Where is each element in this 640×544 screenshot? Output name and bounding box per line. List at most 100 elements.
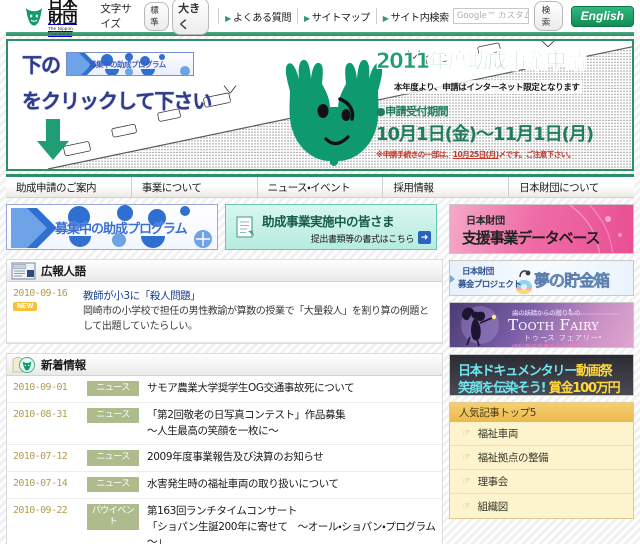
sidebar-banner-documentary-festival[interactable]: 日本ドキュメンタリー動画祭 笑顔を伝染そう! 賞金100万円 [449, 354, 634, 396]
news-row: 2010-09-01 ニュース サモア農業大学奨学生OG交通事故死について [7, 376, 442, 403]
header-divider-1 [218, 8, 220, 24]
bokin-banner-line1: 日本財団 [462, 267, 494, 277]
popular-article-label: 組織図 [477, 500, 509, 513]
sidebar-banner-support-database[interactable]: 日本財団 支援事業データベース [449, 204, 634, 254]
news-panel: 新着情報 2010-09-01 ニュース サモア農業大学奨学生OG交通事故死につ… [6, 353, 443, 544]
sidebar-banner-bokin-project[interactable]: 日本財団 募金プロジェクト 夢の貯金箱 [449, 260, 634, 296]
popular-article-item[interactable]: ☞ 福祉車両 [450, 422, 633, 446]
kouhou-entry: 2010-09-16 NEW 教師が小3に「殺人問題」 岡崎市の小学校で担任の男… [7, 282, 442, 343]
popular-article-label: 福祉車両 [477, 428, 519, 440]
tooth-fairy-title: Tooth Fairy [508, 316, 599, 334]
popular-article-item[interactable]: ☞ 組織図 [450, 494, 633, 518]
news-panel-title: 新着情報 [41, 357, 86, 372]
font-size-standard-button[interactable]: 標準 [144, 1, 170, 31]
news-category-badge: ニュース [87, 450, 139, 466]
hero-period-label: ●申請受付期間 [376, 105, 449, 118]
promo-banner-forms[interactable]: 助成事業実施中の皆さま 提出書類等の書式はこちら ➜ [225, 204, 437, 250]
nav-item-business[interactable]: 事業について [132, 177, 258, 197]
news-title[interactable]: 水害発生時の福祉車両の取り扱いについて [147, 477, 436, 493]
news-date: 2010-09-01 [13, 382, 68, 393]
news-category-badge: パウイベント [87, 503, 139, 531]
kouhou-entry-text: 岡崎市の小学校で担任の男性教諭が算数の授業で「大量殺人」を割り算の例題として出題… [83, 306, 429, 332]
header-link-site-search[interactable]: ▶ サイト内検索 [383, 9, 449, 24]
bullet-arrow-icon: ▶ [225, 13, 231, 23]
hero-application-dates: 10月1日(金)～11月1日(月) [376, 124, 594, 145]
hero-face-mascot-icon [276, 51, 392, 169]
pointing-hand-icon: ☞ [462, 476, 471, 487]
hero-mini-banner[interactable]: 募集中の助成プログラム [66, 51, 194, 76]
news-title[interactable]: 第163回ランチタイムコンサート 「ショパン生誕200年に寄せて ～オール・ショ… [147, 504, 436, 544]
news-title[interactable]: サモア農業大学奨学生OG交通事故死について [147, 381, 436, 397]
popular-article-item[interactable]: ☞ 福祉拠点の整備 [450, 446, 633, 470]
header-link-faq-label: よくある質問 [232, 12, 292, 24]
hero-subtitle: 本年度より、申請はインターネット限定となります [392, 80, 582, 94]
popular-articles-panel: 人気記事トップ5 ☞ 福祉車両 ☞ 福祉拠点の整備 ☞ 理事会 ☞ 組織図 [449, 402, 634, 519]
popular-article-label: 福祉拠点の整備 [477, 452, 549, 464]
kouhou-panel: 広報人語 2010-09-16 NEW 教師が小3に「殺人問題」 岡崎市の小学校… [6, 259, 443, 344]
news-date: 2010-09-22 [13, 504, 68, 516]
site-header: 日本財団 The Nippon Foundation 文字サイズ 標準 大きく … [0, 0, 640, 35]
nav-item-about[interactable]: 日本財団について [509, 177, 634, 197]
header-green-rule [6, 32, 634, 36]
documentary-line2-cyan: 笑顔を伝染そう! [458, 381, 547, 396]
nav-item-recruitment[interactable]: 採用情報 [383, 177, 510, 197]
documentary-line2: 笑顔を伝染そう! 賞金100万円 [458, 377, 621, 396]
logo-english-name: The Nippon Foundation [48, 25, 73, 36]
news-category-badge: ニュース [87, 407, 139, 423]
site-logo[interactable]: 日本財団 The Nippon Foundation [24, 0, 87, 36]
bokin-banner-line3: 夢の貯金箱 [534, 271, 610, 290]
news-title[interactable]: 2009年度事業報告及び決算のお知らせ [147, 450, 436, 466]
mini-banner-label: 募集中の助成プログラム [89, 59, 166, 69]
hero-left-callout: 下の 募集中の助成プログラム をクリックして下さい [22, 49, 262, 160]
news-title-main: 「第2回敬老の日写真コンテスト」作品募集 [147, 408, 346, 421]
new-badge: NEW [13, 302, 38, 311]
kouhou-entry-title[interactable]: 教師が小3に「殺人問題」 [83, 288, 434, 303]
promo-green-subtitle: 提出書類等の書式はこちら [310, 235, 415, 245]
promo-banner-grant-programs[interactable]: 募集中の助成プログラム [6, 204, 218, 250]
hero-note-suffix: 〆です。ご注意下さい。 [498, 150, 576, 159]
kouhou-panel-title: 広報人語 [41, 263, 86, 278]
news-category-badge: ニュース [87, 381, 139, 397]
header-link-sitemap[interactable]: ▶ サイトマップ [304, 9, 370, 24]
news-title-sub: 「ショパン生誕200年に寄せて ～オール・ショパン・プログラム～」 [147, 520, 436, 544]
news-title[interactable]: 「第2回敬老の日写真コンテスト」作品募集 ～人生最高の笑顔を一枚に～ [147, 408, 436, 440]
news-panel-header: 新着情報 [7, 354, 442, 376]
pointing-hand-icon: ☞ [462, 452, 471, 463]
nav-item-news-events[interactable]: ニュース・イベント [258, 177, 384, 197]
hero-title: 2011年度助成事業申請 [376, 49, 587, 74]
nippon-foundation-logo-icon [24, 6, 44, 27]
hero-right-content: 2011年度助成事業申請 本年度より、申請はインターネット限定となります ●申請… [376, 45, 626, 160]
nav-item-grant-application[interactable]: 助成申請のご案内 [6, 177, 132, 197]
tooth-fairy-note: 歯科撤去金属を社会貢献に！ [512, 343, 593, 348]
news-row: 2010-08-31 ニュース 「第2回敬老の日写真コンテスト」作品募集 ～人生… [7, 403, 442, 446]
hero-left-line1: 下の [22, 53, 61, 77]
main-column: 募集中の助成プログラム 助成事業実施中の皆さま 提出書類等の書式はこちら ➜ 広… [6, 204, 443, 544]
hero-banner[interactable]: 下の 募集中の助成プログラム をクリックして下さい 2011年度助成事業申請 本… [6, 39, 634, 171]
hero-left-line2: をクリックして下さい [22, 89, 212, 113]
news-title-sub: ～人生最高の笑顔を一枚に～ [147, 424, 279, 437]
logo-japanese-name: 日本財団 [48, 0, 78, 27]
kouhou-date: 2010-09-16 [13, 288, 68, 299]
english-language-button[interactable]: English [570, 5, 635, 27]
header-link-faq[interactable]: ▶ よくある質問 [225, 9, 291, 24]
hero-note-deadline: 10月25日(月) [452, 150, 499, 159]
page-content: 募集中の助成プログラム 助成事業実施中の皆さま 提出書類等の書式はこちら ➜ 広… [6, 204, 634, 544]
popular-article-item[interactable]: ☞ 理事会 [450, 470, 633, 494]
news-row: 2010-09-22 パウイベント 第163回ランチタイムコンサート 「ショパン… [7, 499, 442, 544]
sidebar: 日本財団 支援事業データベース 日本財団 募金プロジェクト 夢の貯金箱 歯の妖精… [449, 204, 634, 534]
bullet-arrow-icon: ▶ [303, 13, 310, 23]
header-link-site-search-label: サイト内検索 [390, 12, 450, 24]
hero-deadline-note: ※申請手続きの一部は、10月25日(月)〆です。ご注意下さい。 [376, 149, 626, 160]
font-size-large-button[interactable]: 大きく [172, 0, 210, 35]
document-icon [236, 216, 255, 239]
search-submit-button[interactable]: 検索 [533, 1, 563, 31]
search-input[interactable]: Google™ カスタム検索 [452, 8, 529, 24]
hero-note-prefix: ※申請手続きの一部は、 [376, 150, 453, 159]
header-divider-2 [297, 8, 298, 24]
sidebar-banner-tooth-fairy[interactable]: 歯の妖精からの贈りもの Tooth Fairy トゥース フェアリー 歯科撤去金… [449, 302, 634, 348]
promo-green-arrow-icon[interactable]: ➜ [418, 231, 431, 244]
kouhou-body: 教師が小3に「殺人問題」 岡崎市の小学校で担任の男性教諭が算数の授業で「大量殺人… [83, 288, 434, 334]
news-row: 2010-07-12 ニュース 2009年度事業報告及び決算のお知らせ [7, 445, 442, 472]
news-date: 2010-08-31 [13, 408, 68, 420]
kouhou-panel-header: 広報人語 [7, 260, 442, 282]
